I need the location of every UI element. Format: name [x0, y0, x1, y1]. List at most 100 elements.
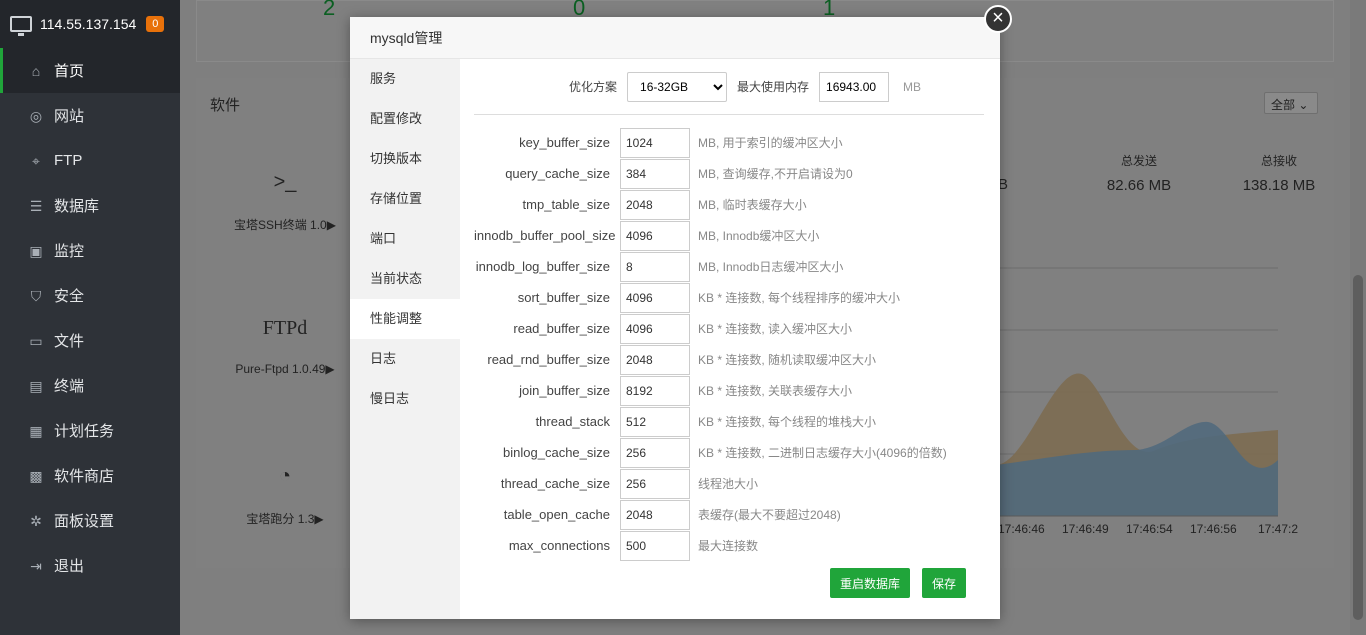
param-input[interactable] — [620, 282, 690, 313]
sidebar-item-4[interactable]: ▣ 监控 — [0, 228, 180, 273]
opt-plan-label: 优化方案 — [569, 80, 618, 94]
close-icon[interactable]: × — [984, 5, 1012, 33]
software-card-ftp[interactable]: FTPd Pure-Ftpd 1.0.49▶ — [210, 308, 360, 376]
param-name: binlog_cache_size — [503, 445, 610, 460]
restart-database-button[interactable]: 重启数据库 — [830, 568, 911, 598]
sidebar-item-5[interactable]: ⛉ 安全 — [0, 273, 180, 318]
apps-icon: ▩ — [29, 467, 43, 484]
param-row: innodb_buffer_pool_size MB, Innodb缓冲区大小 — [474, 220, 984, 251]
stat-total-received: 总接收 138.18 MB — [1224, 152, 1334, 194]
x-tick-label: 17:46:49 — [1062, 522, 1109, 536]
sidebar-item-6[interactable]: ▭ 文件 — [0, 318, 180, 363]
gear-icon: ✲ — [30, 512, 42, 529]
monitor-icon: ▣ — [29, 242, 43, 259]
param-description: 线程池大小 — [698, 477, 759, 491]
param-input[interactable] — [620, 158, 690, 189]
terminal-icon: >_ — [273, 171, 297, 193]
param-input[interactable] — [620, 437, 690, 468]
param-name: table_open_cache — [503, 507, 610, 522]
software-card-label: Pure-Ftpd 1.0.49▶ — [235, 362, 335, 376]
sidebar-item-9[interactable]: ▩ 软件商店 — [0, 453, 180, 498]
globe-icon: ◎ — [29, 107, 43, 124]
param-description: KB * 连接数, 随机读取缓冲区大小 — [698, 353, 877, 367]
software-filter-select[interactable]: 全部 ⌄ — [1264, 92, 1318, 114]
tab-5[interactable]: 当前状态 — [350, 259, 460, 299]
param-input[interactable] — [620, 530, 690, 561]
param-description: MB, 查询缓存,不开启请设为0 — [698, 167, 853, 181]
tab-8[interactable]: 慢日志 — [350, 379, 460, 419]
tab-0[interactable]: 服务 — [350, 59, 460, 99]
sidebar-item-8[interactable]: ▦ 计划任务 — [0, 408, 180, 453]
opt-plan-select[interactable]: 16-32GB — [627, 71, 728, 102]
software-card-label: 宝塔SSH终端 1.0▶ — [234, 218, 336, 232]
param-input[interactable] — [620, 344, 690, 375]
param-input[interactable] — [620, 313, 690, 344]
param-name: read_buffer_size — [513, 321, 610, 336]
tab-6[interactable]: 性能调整 — [350, 299, 460, 339]
param-row: table_open_cache 表缓存(最大不要超过2048) — [474, 499, 984, 530]
stat-label: 总发送 — [1120, 154, 1157, 168]
tab-2[interactable]: 切换版本 — [350, 139, 460, 179]
param-name: tmp_table_size — [522, 197, 610, 212]
param-row: sort_buffer_size KB * 连接数, 每个线程排序的缓冲大小 — [474, 282, 984, 313]
stat-total-sent: 总发送 82.66 MB — [1084, 152, 1194, 194]
param-input[interactable] — [620, 127, 690, 158]
param-input[interactable] — [620, 189, 690, 220]
sidebar-item-label: 监控 — [54, 243, 85, 260]
folder-icon: ▭ — [29, 332, 43, 349]
tab-3[interactable]: 存储位置 — [350, 179, 460, 219]
tab-4[interactable]: 端口 — [350, 219, 460, 259]
param-input[interactable] — [620, 375, 690, 406]
tab-1[interactable]: 配置修改 — [350, 99, 460, 139]
save-button[interactable]: 保存 — [922, 568, 967, 598]
sidebar-item-10[interactable]: ✲ 面板设置 — [0, 498, 180, 543]
param-row: read_buffer_size KB * 连接数, 读入缓冲区大小 — [474, 313, 984, 344]
site-count[interactable]: 2 — [323, 0, 335, 21]
param-input[interactable] — [620, 468, 690, 499]
sidebar-item-2[interactable]: ⌖ FTP — [0, 138, 180, 183]
software-card-ssh[interactable]: >_ 宝塔SSH终端 1.0▶ — [210, 162, 360, 233]
tab-7[interactable]: 日志 — [350, 339, 460, 379]
max-memory-label: 最大使用内存 — [737, 80, 810, 94]
param-input[interactable] — [620, 220, 690, 251]
max-memory-input[interactable] — [819, 71, 890, 102]
software-card-label: 宝塔跑分 1.3▶ — [246, 512, 324, 526]
sidebar-item-7[interactable]: ▤ 终端 — [0, 363, 180, 408]
dialog-tabs: 服务 配置修改 切换版本 存储位置 端口 当前状态 性能调整 日志 慢日志 — [350, 59, 460, 619]
sidebar-item-label: 计划任务 — [54, 423, 115, 440]
calendar-icon: ▦ — [29, 422, 43, 439]
param-description: 表缓存(最大不要超过2048) — [698, 508, 841, 522]
database-icon: ☰ — [29, 197, 43, 214]
ftpd-logo-icon: FTPd — [262, 317, 308, 339]
sidebar-item-label: 网站 — [54, 108, 85, 125]
software-card-benchmark[interactable]: ◔ 宝塔跑分 1.3▶ — [210, 456, 360, 527]
param-description: MB, 用于索引的缓冲区大小 — [698, 136, 843, 150]
sidebar-item-11[interactable]: ⇥ 退出 — [0, 543, 180, 588]
param-input[interactable] — [620, 251, 690, 282]
shield-icon: ⛉ — [30, 287, 42, 304]
param-input[interactable] — [620, 499, 690, 530]
scrollbar-thumb[interactable] — [1353, 275, 1363, 620]
page-scrollbar[interactable] — [1350, 0, 1366, 635]
param-row: innodb_log_buffer_size MB, Innodb日志缓冲区大小 — [474, 251, 984, 282]
stat-label: 总接收 — [1260, 154, 1297, 168]
stat-value: 82.66 MB — [1106, 177, 1172, 194]
x-tick-label: 17:47:2 — [1258, 522, 1299, 536]
performance-tuning-form: 优化方案 16-32GB 最大使用内存 MB key_buffer_size MB… — [474, 59, 984, 561]
param-name: thread_stack — [535, 414, 610, 429]
terminal-icon: ▤ — [29, 377, 43, 394]
param-name: read_rnd_buffer_size — [487, 352, 610, 367]
optimization-row: 优化方案 16-32GB 最大使用内存 MB — [474, 59, 984, 115]
notification-badge[interactable]: 0 — [146, 16, 165, 32]
server-ip: 114.55.137.154 — [40, 16, 137, 32]
network-traffic-chart — [996, 267, 1278, 517]
x-tick-label: 17:46:54 — [1126, 522, 1173, 536]
sidebar-item-0[interactable]: ⌂ 首页 — [0, 48, 180, 93]
param-description: 最大连接数 — [698, 539, 759, 553]
sidebar-item-3[interactable]: ☰ 数据库 — [0, 183, 180, 228]
max-memory-unit: MB — [903, 79, 922, 94]
sidebar-item-1[interactable]: ◎ 网站 — [0, 93, 180, 138]
param-input[interactable] — [620, 406, 690, 437]
param-description: KB * 连接数, 关联表缓存大小 — [698, 384, 853, 398]
param-row: query_cache_size MB, 查询缓存,不开启请设为0 — [474, 158, 984, 189]
